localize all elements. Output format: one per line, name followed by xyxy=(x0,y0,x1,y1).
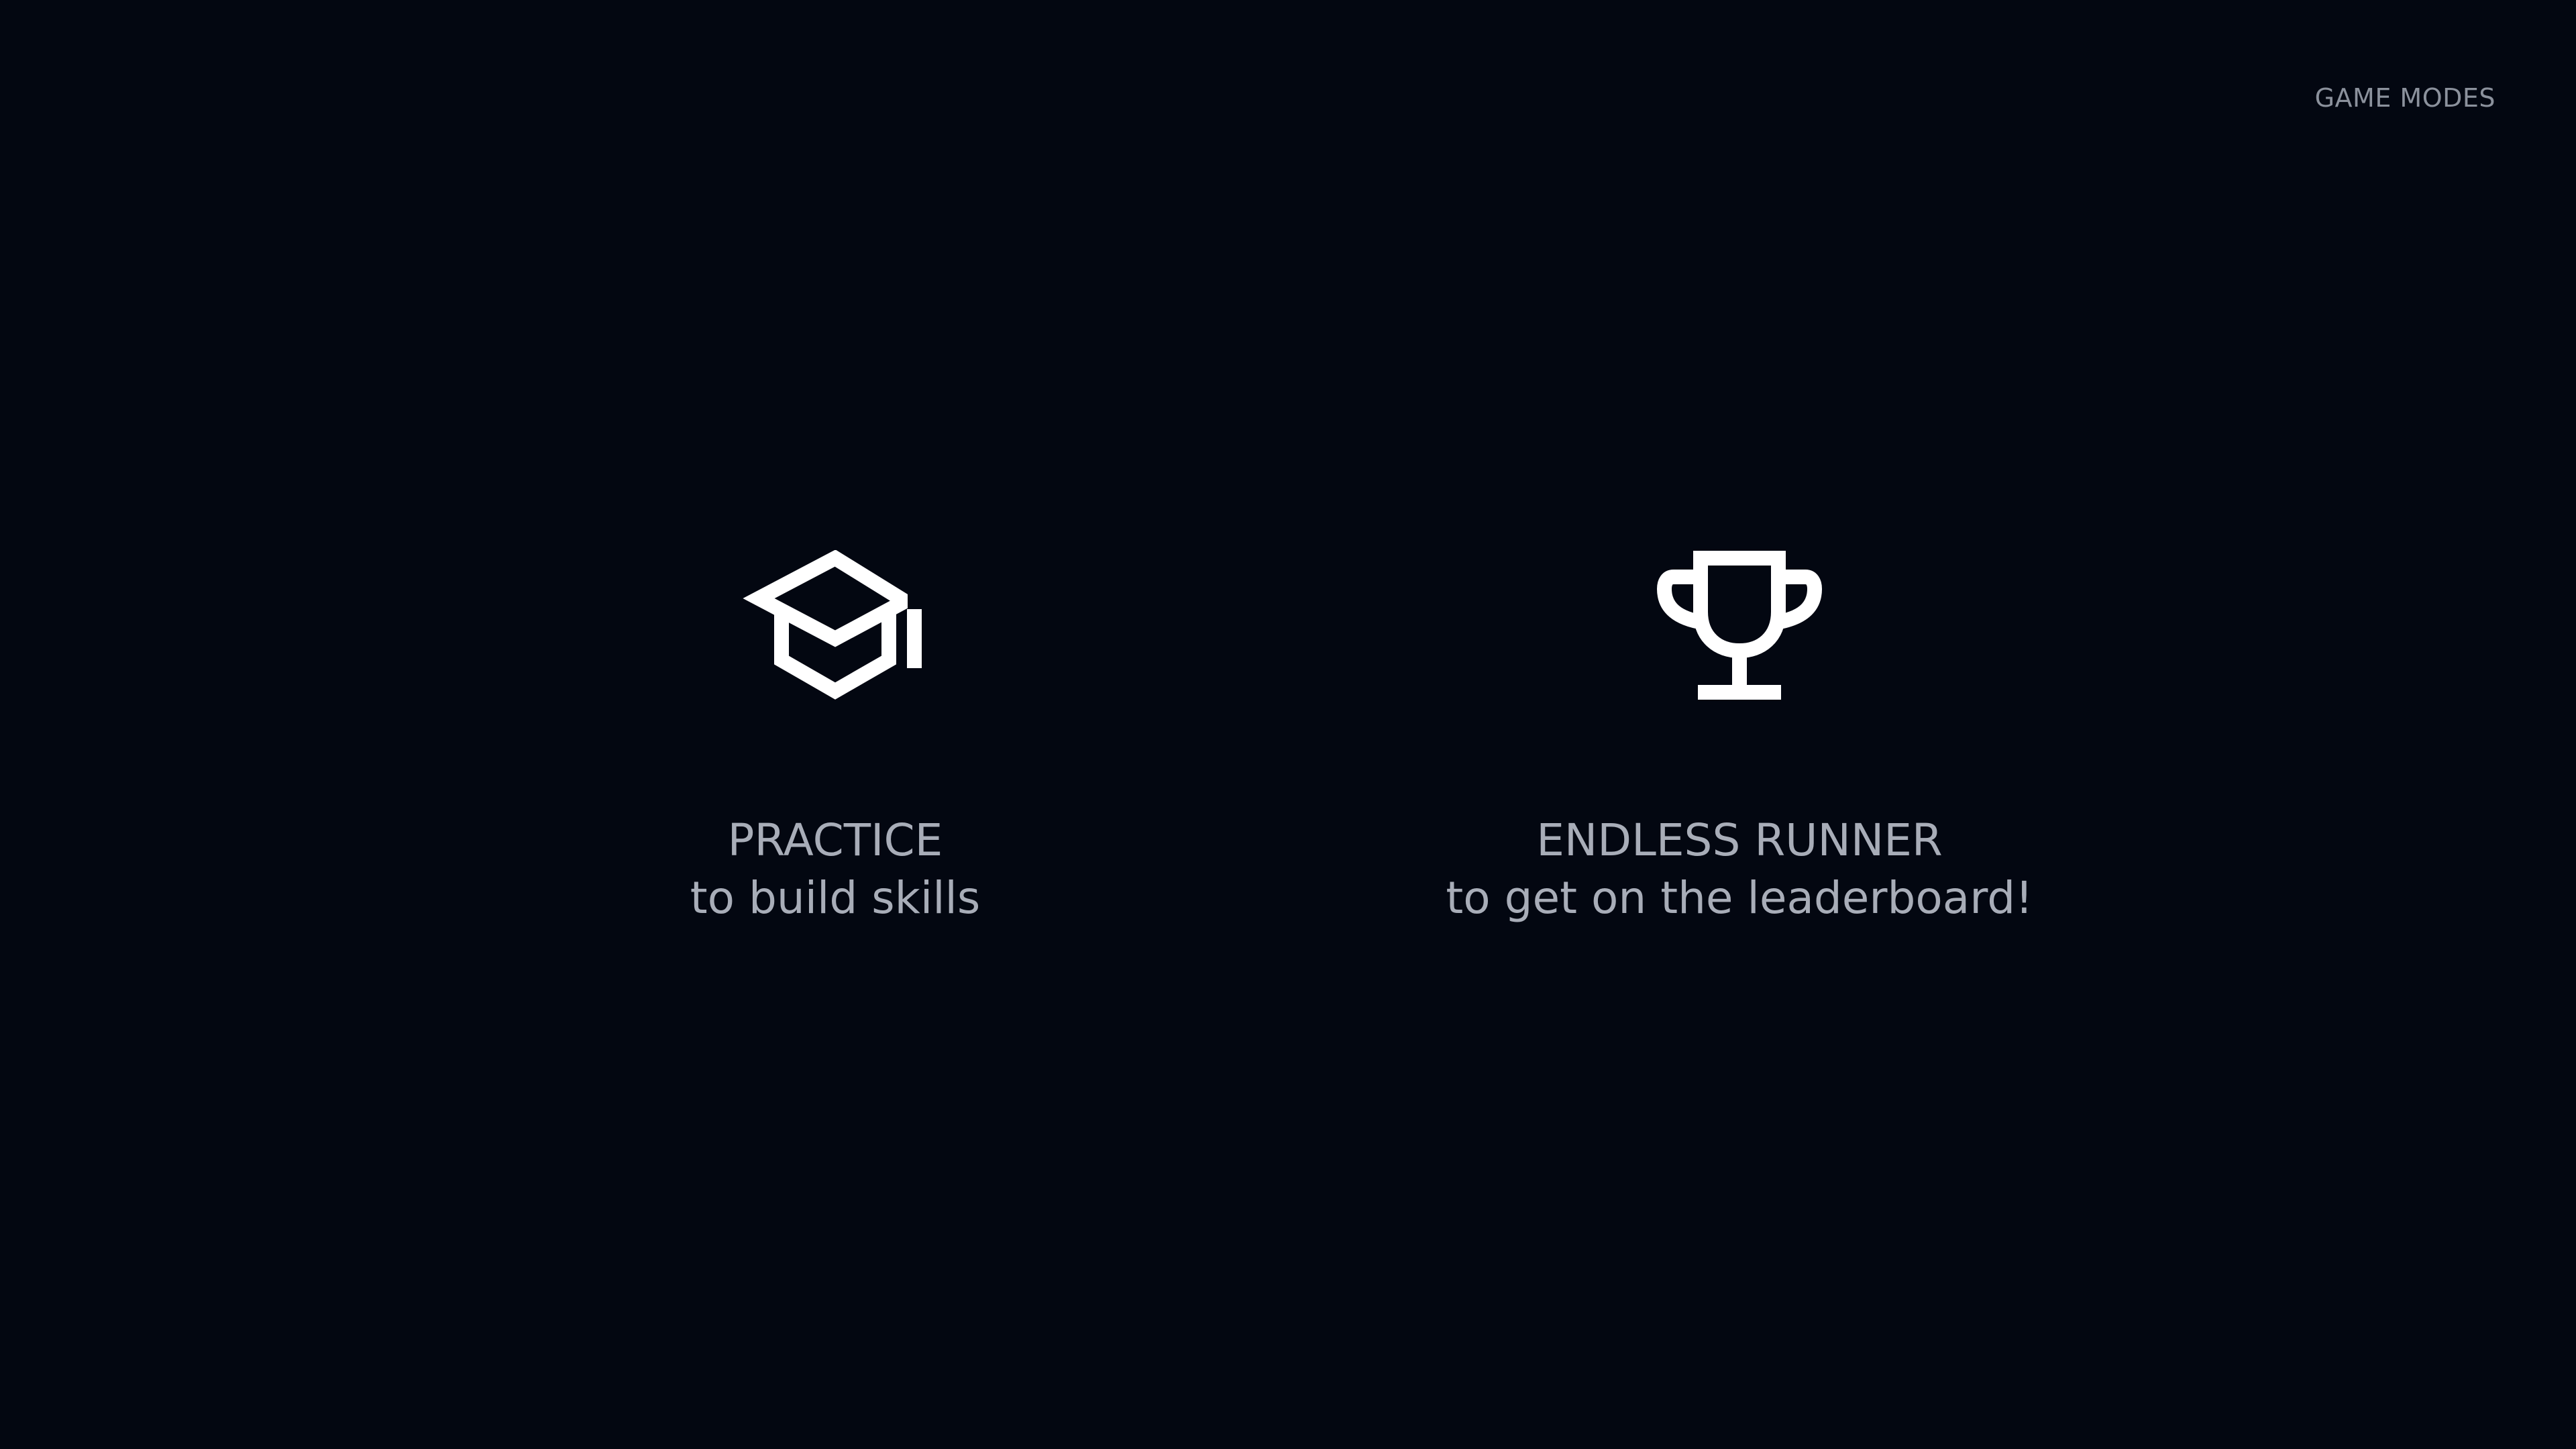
endless-runner-mode-title: ENDLESS RUNNER xyxy=(1536,814,1943,866)
endless-runner-mode-text: ENDLESS RUNNER to get on the leaderboard… xyxy=(1446,812,2033,927)
practice-mode-title: PRACTICE xyxy=(727,814,943,866)
game-modes-heading: GAME MODES xyxy=(2314,83,2496,113)
endless-runner-mode-subtitle: to get on the leaderboard! xyxy=(1446,872,2033,924)
practice-mode-subtitle: to build skills xyxy=(690,872,981,924)
endless-runner-mode-option[interactable]: ENDLESS RUNNER to get on the leaderboard… xyxy=(1270,550,2209,953)
practice-mode-text: PRACTICE to build skills xyxy=(690,812,981,927)
trophy-icon xyxy=(1647,550,1832,702)
practice-mode-option[interactable]: PRACTICE to build skills xyxy=(366,550,1305,953)
graduation-cap-icon xyxy=(743,550,928,702)
